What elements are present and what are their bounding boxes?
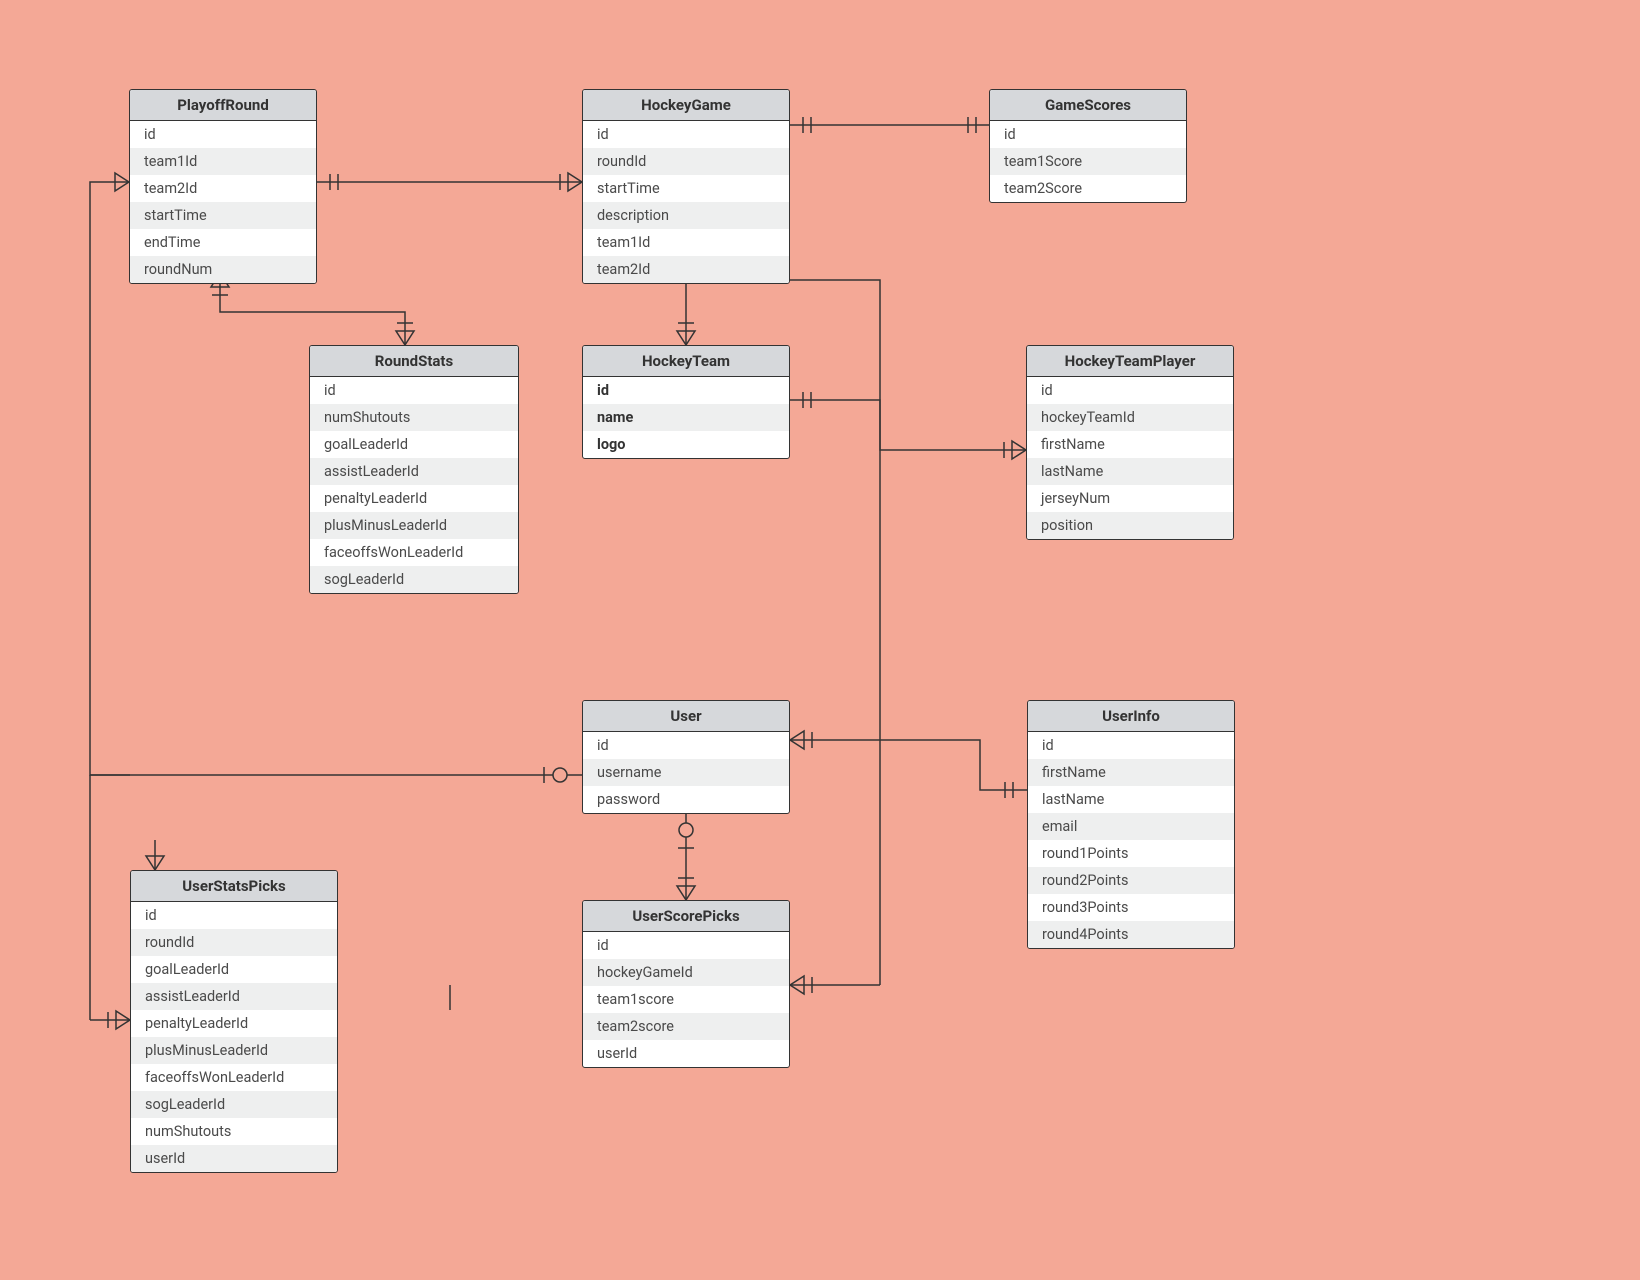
entity-header: UserInfo [1028, 701, 1234, 732]
field: team1Score [990, 148, 1186, 175]
field: name [583, 404, 789, 431]
field: sogLeaderId [310, 566, 518, 593]
field: roundNum [130, 256, 316, 283]
field: penaltyLeaderId [310, 485, 518, 512]
entity-header: UserStatsPicks [131, 871, 337, 902]
field: penaltyLeaderId [131, 1010, 337, 1037]
entity-header: HockeyTeamPlayer [1027, 346, 1233, 377]
field: hockeyTeamId [1027, 404, 1233, 431]
field: numShutouts [131, 1118, 337, 1145]
field: id [131, 902, 337, 929]
field: password [583, 786, 789, 813]
entity-user-stats-picks: UserStatsPicks id roundId goalLeaderId a… [130, 870, 338, 1173]
field: numShutouts [310, 404, 518, 431]
field: startTime [130, 202, 316, 229]
entity-user: User id username password [582, 700, 790, 814]
field: id [130, 121, 316, 148]
entity-hockey-team-player: HockeyTeamPlayer id hockeyTeamId firstNa… [1026, 345, 1234, 540]
entity-header: RoundStats [310, 346, 518, 377]
field: description [583, 202, 789, 229]
field: id [1028, 732, 1234, 759]
entity-game-scores: GameScores id team1Score team2Score [989, 89, 1187, 203]
field: round1Points [1028, 840, 1234, 867]
field: id [583, 121, 789, 148]
entity-header: PlayoffRound [130, 90, 316, 121]
field: userId [131, 1145, 337, 1172]
field: id [583, 732, 789, 759]
field: round4Points [1028, 921, 1234, 948]
field: assistLeaderId [131, 983, 337, 1010]
field: id [583, 932, 789, 959]
field: team2Score [990, 175, 1186, 202]
field: team2Id [583, 256, 789, 283]
field: id [990, 121, 1186, 148]
field: userId [583, 1040, 789, 1067]
field: faceoffsWonLeaderId [310, 539, 518, 566]
field: round2Points [1028, 867, 1234, 894]
field: team2Id [130, 175, 316, 202]
field: firstName [1027, 431, 1233, 458]
field: goalLeaderId [310, 431, 518, 458]
entity-header: HockeyGame [583, 90, 789, 121]
entity-header: UserScorePicks [583, 901, 789, 932]
field: round3Points [1028, 894, 1234, 921]
entity-hockey-team: HockeyTeam id name logo [582, 345, 790, 459]
field: goalLeaderId [131, 956, 337, 983]
entity-hockey-game: HockeyGame id roundId startTime descript… [582, 89, 790, 284]
field: firstName [1028, 759, 1234, 786]
entity-header: User [583, 701, 789, 732]
field: email [1028, 813, 1234, 840]
field: id [583, 377, 789, 404]
field: startTime [583, 175, 789, 202]
field: team1Id [130, 148, 316, 175]
entity-header: HockeyTeam [583, 346, 789, 377]
field: roundId [131, 929, 337, 956]
field: faceoffsWonLeaderId [131, 1064, 337, 1091]
field: username [583, 759, 789, 786]
field: team2score [583, 1013, 789, 1040]
field: sogLeaderId [131, 1091, 337, 1118]
entity-user-info: UserInfo id firstName lastName email rou… [1027, 700, 1235, 949]
entity-header: GameScores [990, 90, 1186, 121]
field: plusMinusLeaderId [131, 1037, 337, 1064]
field: team1score [583, 986, 789, 1013]
field: hockeyGameId [583, 959, 789, 986]
field: lastName [1028, 786, 1234, 813]
field: assistLeaderId [310, 458, 518, 485]
field: position [1027, 512, 1233, 539]
entity-playoff-round: PlayoffRound id team1Id team2Id startTim… [129, 89, 317, 284]
field: plusMinusLeaderId [310, 512, 518, 539]
field: lastName [1027, 458, 1233, 485]
field: logo [583, 431, 789, 458]
field: id [1027, 377, 1233, 404]
entity-round-stats: RoundStats id numShutouts goalLeaderId a… [309, 345, 519, 594]
field: roundId [583, 148, 789, 175]
field: endTime [130, 229, 316, 256]
entity-user-score-picks: UserScorePicks id hockeyGameId team1scor… [582, 900, 790, 1068]
field: id [310, 377, 518, 404]
field: team1Id [583, 229, 789, 256]
field: jerseyNum [1027, 485, 1233, 512]
